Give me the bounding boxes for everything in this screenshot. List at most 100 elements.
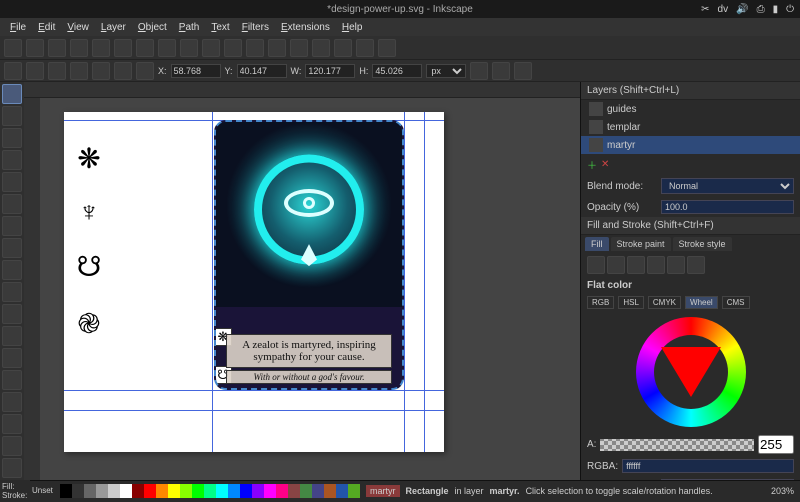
swatch[interactable] — [348, 484, 360, 498]
guide-line[interactable] — [64, 390, 444, 391]
symbol-hands-icon[interactable]: ☋ — [74, 250, 104, 286]
zoom-fit-button[interactable] — [180, 39, 198, 57]
swatch[interactable] — [60, 484, 72, 498]
print-button[interactable] — [70, 39, 88, 57]
menu-path[interactable]: Path — [175, 20, 204, 35]
rectangle-tool[interactable] — [2, 194, 22, 214]
layer-opacity-input[interactable] — [661, 200, 794, 214]
swatch-button[interactable] — [687, 256, 705, 274]
box3d-tool[interactable] — [2, 216, 22, 236]
rotate-right-button[interactable] — [48, 62, 66, 80]
star-tool[interactable] — [2, 260, 22, 280]
color-tab-hsl[interactable]: HSL — [618, 296, 644, 309]
guide-line[interactable] — [212, 112, 213, 452]
dropper-tool[interactable] — [2, 414, 22, 434]
no-paint-button[interactable] — [587, 256, 605, 274]
layer-row-guides[interactable]: guides — [581, 100, 800, 118]
symbol-knot-icon[interactable]: ֎ — [74, 304, 104, 340]
swatch[interactable] — [336, 484, 348, 498]
redo-button[interactable] — [114, 39, 132, 57]
swatch[interactable] — [168, 484, 180, 498]
layer-row-templar[interactable]: templar — [581, 118, 800, 136]
visibility-icon[interactable] — [589, 138, 603, 152]
menu-help[interactable]: Help — [338, 20, 367, 35]
tray-battery-icon[interactable]: ▮ — [773, 4, 779, 15]
affect-corners-button[interactable] — [514, 62, 532, 80]
lock-aspect-button[interactable] — [470, 62, 488, 80]
unit-select[interactable]: px — [426, 64, 466, 78]
swatch[interactable] — [288, 484, 300, 498]
swatch[interactable] — [204, 484, 216, 498]
zoom-tool[interactable] — [2, 150, 22, 170]
status-layer-badge[interactable]: martyr — [366, 485, 400, 497]
swatch[interactable] — [120, 484, 132, 498]
tab-fill[interactable]: Fill — [585, 237, 609, 251]
bezier-tool[interactable] — [2, 326, 22, 346]
duplicate-button[interactable] — [224, 39, 242, 57]
lower-button[interactable] — [136, 62, 154, 80]
stroke-indicator[interactable]: Unset — [30, 484, 60, 497]
card-object[interactable]: ❋ ☋ A zealot is martyred, inspiring symp… — [214, 120, 404, 390]
swatch[interactable] — [96, 484, 108, 498]
color-tab-wheel[interactable]: Wheel — [685, 296, 718, 309]
visibility-icon[interactable] — [589, 120, 603, 134]
add-layer-icon[interactable]: ＋ — [587, 157, 597, 172]
symbol-tree-icon[interactable]: ❋ — [74, 142, 104, 178]
swatch[interactable] — [72, 484, 84, 498]
color-wheel[interactable] — [636, 317, 746, 427]
select-all-button[interactable] — [4, 62, 22, 80]
swatch[interactable] — [84, 484, 96, 498]
swatch[interactable] — [300, 484, 312, 498]
card-main-text[interactable]: A zealot is martyred, inspiring sympathy… — [226, 334, 392, 368]
swatch[interactable] — [312, 484, 324, 498]
w-input[interactable] — [305, 64, 355, 78]
ellipse-tool[interactable] — [2, 238, 22, 258]
alpha-slider[interactable] — [600, 439, 754, 451]
xml-button[interactable] — [334, 39, 352, 57]
tab-stroke-paint[interactable]: Stroke paint — [611, 237, 671, 251]
swatch[interactable] — [240, 484, 252, 498]
selector-tool[interactable] — [2, 84, 22, 104]
swatch[interactable] — [156, 484, 168, 498]
fill-indicator[interactable]: Fill: Stroke: — [0, 480, 30, 502]
color-tab-cmyk[interactable]: CMYK — [648, 296, 681, 309]
swatch[interactable] — [132, 484, 144, 498]
guide-line[interactable] — [64, 410, 444, 411]
menu-text[interactable]: Text — [207, 20, 233, 35]
paste-button[interactable] — [158, 39, 176, 57]
swatch[interactable] — [144, 484, 156, 498]
open-button[interactable] — [26, 39, 44, 57]
blend-select[interactable]: Normal — [661, 178, 794, 194]
swatch[interactable] — [180, 484, 192, 498]
color-tab-cms[interactable]: CMS — [722, 296, 750, 309]
pencil-tool[interactable] — [2, 304, 22, 324]
pattern-button[interactable] — [667, 256, 685, 274]
clone-button[interactable] — [246, 39, 264, 57]
guide-line[interactable] — [404, 112, 405, 452]
new-button[interactable] — [4, 39, 22, 57]
menu-layer[interactable]: Layer — [97, 20, 130, 35]
group-button[interactable] — [268, 39, 286, 57]
x-input[interactable] — [171, 64, 221, 78]
swatch[interactable] — [324, 484, 336, 498]
flat-color-button[interactable] — [607, 256, 625, 274]
copy-button[interactable] — [136, 39, 154, 57]
sat-val-triangle-icon[interactable] — [661, 347, 721, 397]
tray-user[interactable]: dv — [718, 4, 729, 15]
save-button[interactable] — [48, 39, 66, 57]
text-dialog-button[interactable] — [312, 39, 330, 57]
menu-file[interactable]: File — [6, 20, 30, 35]
rotate-left-button[interactable] — [26, 62, 44, 80]
calligraphy-tool[interactable] — [2, 348, 22, 368]
swatch[interactable] — [108, 484, 120, 498]
card-flavor-text[interactable]: With or without a god's favour. — [226, 370, 392, 384]
fill-stroke-header[interactable]: Fill and Stroke (Shift+Ctrl+F) — [581, 217, 800, 235]
alpha-input[interactable] — [758, 435, 794, 454]
tray-scissors-icon[interactable]: ✂ — [701, 4, 709, 15]
layers-panel-header[interactable]: Layers (Shift+Ctrl+L) — [581, 82, 800, 100]
ruler-vertical[interactable] — [24, 98, 40, 480]
ruler-horizontal[interactable] — [24, 82, 580, 98]
node-tool[interactable] — [2, 106, 22, 126]
zoom-page-button[interactable] — [202, 39, 220, 57]
swatch[interactable] — [216, 484, 228, 498]
